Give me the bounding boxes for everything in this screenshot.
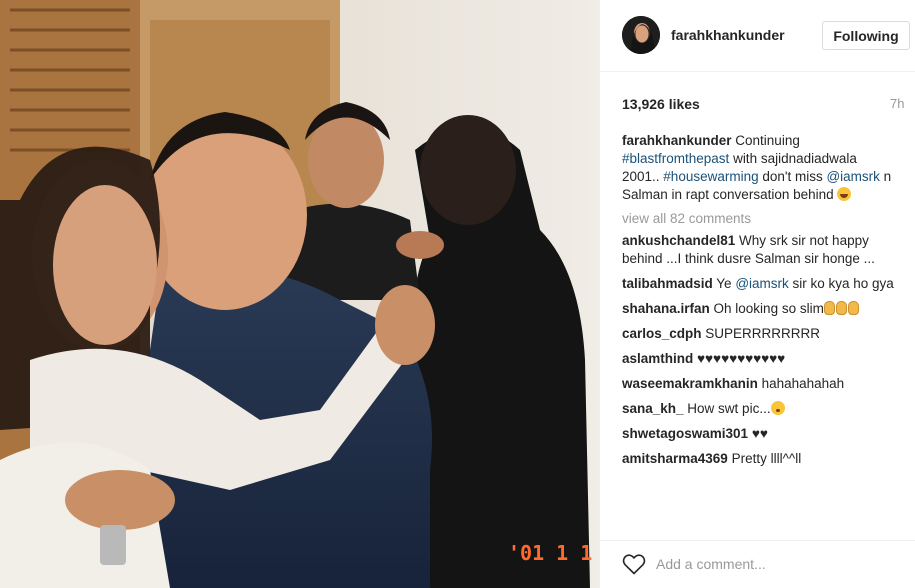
- comment-text: ♥♥: [748, 426, 768, 441]
- mention-link[interactable]: @iamsrk: [826, 169, 879, 184]
- comment-item: aslamthind ♥♥♥♥♥♥♥♥♥♥♥: [622, 350, 894, 368]
- avatar-image: [622, 16, 660, 54]
- ok-hand-emoji: [823, 301, 835, 315]
- comment-text: Pretty llll^^ll: [727, 451, 802, 466]
- comment-text: ♥♥♥♥♥♥♥♥♥♥♥: [693, 351, 786, 366]
- comment-username[interactable]: carlos_cdph: [622, 326, 702, 341]
- comment-item: shwetagoswami301 ♥♥: [622, 425, 894, 443]
- hashtag-link[interactable]: #housewarming: [663, 169, 758, 184]
- post-caption: farahkhankunder Continuing #blastfromthe…: [622, 132, 894, 204]
- hashtag-link[interactable]: #blastfromthepast: [622, 151, 729, 166]
- post-time[interactable]: 7h: [890, 96, 904, 111]
- comment-item: ankushchandel81 Why srk sir not happy be…: [622, 232, 894, 268]
- avatar[interactable]: [622, 16, 660, 54]
- ok-hand-emoji: [835, 301, 847, 315]
- following-button[interactable]: Following: [822, 21, 910, 50]
- comment-item: carlos_cdph SUPERRRRRRRR: [622, 325, 894, 343]
- comment-username[interactable]: amitsharma4369: [622, 451, 728, 466]
- grin-emoji: [837, 187, 852, 201]
- comment-text: How swt pic...: [683, 401, 771, 416]
- comment-text: sir ko kya ho gya: [788, 276, 894, 291]
- photo-date-stamp: '01 1 1: [508, 541, 592, 565]
- post-side-panel: farahkhankunder Following 13,926 likes 7…: [599, 0, 915, 588]
- comment-username[interactable]: ankushchandel81: [622, 233, 735, 248]
- comment-username[interactable]: shwetagoswami301: [622, 426, 748, 441]
- comment-username[interactable]: aslamthind: [622, 351, 693, 366]
- comment-username[interactable]: waseemakramkhanin: [622, 376, 758, 391]
- view-all-comments-link[interactable]: view all 82 comments: [622, 210, 894, 228]
- flushed-emoji: [770, 401, 785, 415]
- caption-username[interactable]: farahkhankunder: [622, 133, 732, 148]
- comment-text: Ye: [712, 276, 736, 291]
- caption-text: Continuing: [731, 133, 800, 148]
- caption-text: don't miss: [758, 169, 827, 184]
- comment-input[interactable]: [656, 553, 896, 575]
- ok-hand-emoji: [847, 301, 859, 315]
- post-header: farahkhankunder Following: [600, 0, 915, 72]
- comment-username[interactable]: talibahmadsid: [622, 276, 713, 291]
- comments-list: farahkhankunder Continuing #blastfromthe…: [622, 132, 894, 475]
- mention-link[interactable]: @iamsrk: [735, 276, 788, 291]
- comment-text: SUPERRRRRRRR: [701, 326, 821, 341]
- likes-count[interactable]: 13,926 likes: [622, 96, 700, 112]
- comment-item: sana_kh_ How swt pic...: [622, 400, 894, 418]
- post-username[interactable]: farahkhankunder: [671, 27, 785, 43]
- post-image: '01 1 1: [0, 0, 599, 588]
- comment-item: waseemakramkhanin hahahahahah: [622, 375, 894, 393]
- comment-item: shahana.irfan Oh looking so slim: [622, 300, 894, 318]
- comment-text: hahahahahah: [757, 376, 845, 391]
- post-footer: [600, 540, 915, 588]
- comment-username[interactable]: shahana.irfan: [622, 301, 710, 316]
- comment-text: Oh looking so slim: [709, 301, 824, 316]
- post-photo[interactable]: '01 1 1: [0, 0, 599, 588]
- heart-icon[interactable]: [622, 553, 646, 575]
- comment-username[interactable]: sana_kh_: [622, 401, 684, 416]
- comment-item: talibahmadsid Ye @iamsrk sir ko kya ho g…: [622, 275, 894, 293]
- comment-item: amitsharma4369 Pretty llll^^ll: [622, 450, 894, 468]
